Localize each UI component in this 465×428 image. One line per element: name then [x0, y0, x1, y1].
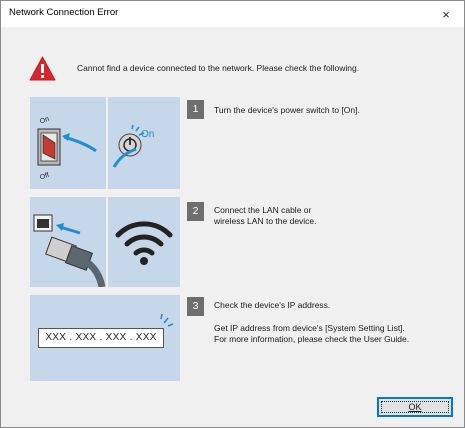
- power-button-panel: On: [108, 97, 180, 189]
- wifi-panel: [108, 197, 180, 287]
- ip-highlight-icon: [160, 313, 174, 327]
- window-title: Network Connection Error: [9, 7, 119, 18]
- error-message: Cannot find a device connected to the ne…: [77, 63, 360, 73]
- power-button-icon: On: [112, 124, 154, 168]
- dialog-window: Network Connection Error × Cannot find a…: [0, 0, 465, 428]
- step-2-text-line-1: Connect the LAN cable or: [214, 205, 312, 215]
- step-3-detail-line-1: Get IP address from device's [System Set…: [214, 323, 405, 333]
- title-bar: Network Connection Error ×: [1, 1, 464, 27]
- focus-rectangle: [381, 401, 449, 413]
- step-3-detail-line-2: For more information, please check the U…: [214, 334, 410, 344]
- step-1-number: 1: [187, 100, 204, 119]
- wifi-icon: [115, 221, 173, 265]
- on-indicator-label: On: [141, 129, 154, 140]
- step-1-text: Turn the device's power switch to [On].: [214, 105, 360, 115]
- off-label: Off: [39, 172, 50, 182]
- warning-icon: [29, 56, 56, 81]
- power-switch-panel: On Off: [30, 97, 106, 189]
- step-3-text: Check the device's IP address.: [214, 300, 331, 310]
- lan-cable-panel: [30, 197, 106, 287]
- lan-cable-icon: [33, 214, 106, 287]
- step-2-number: 2: [187, 202, 204, 221]
- power-switch-icon: On Off: [37, 116, 97, 182]
- ip-address-panel: XXX . XXX . XXX . XXX: [30, 295, 180, 381]
- close-button[interactable]: ×: [428, 1, 464, 27]
- step-2-text-line-2: wireless LAN to the device.: [214, 216, 317, 226]
- step-3-number: 3: [187, 297, 204, 316]
- on-label: On: [39, 116, 50, 126]
- close-icon: ×: [442, 6, 450, 22]
- ok-button[interactable]: OK: [377, 397, 453, 417]
